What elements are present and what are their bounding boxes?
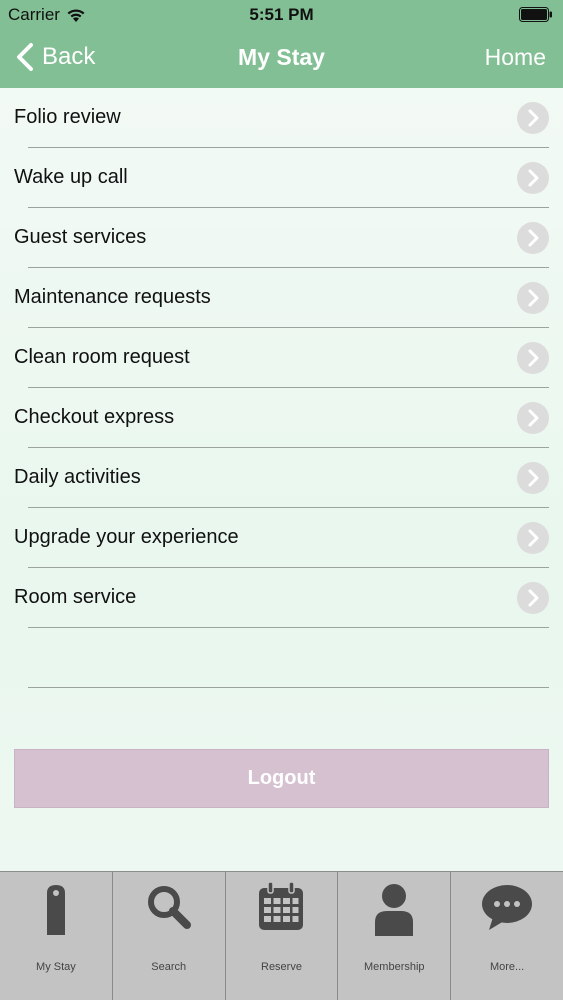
chevron-right-icon	[517, 342, 549, 374]
menu-item-guest-services[interactable]: Guest services	[0, 208, 563, 268]
person-icon	[375, 884, 414, 936]
status-bar: Carrier 5:51 PM	[0, 0, 563, 30]
tab-label: Reserve	[261, 961, 302, 973]
chevron-right-icon	[517, 282, 549, 314]
menu-item-label: Daily activities	[14, 466, 141, 488]
tag-icon	[46, 885, 65, 935]
home-button[interactable]: Home	[485, 44, 546, 71]
tab-label: Search	[151, 961, 187, 973]
back-button-label: Back	[42, 43, 96, 70]
chevron-right-icon	[517, 162, 549, 194]
menu-item-label: Wake up call	[14, 166, 128, 188]
tab-label: More...	[489, 961, 525, 973]
menu-item-label: Checkout express	[14, 406, 175, 428]
back-button[interactable]: Back	[14, 42, 95, 72]
tab-label: My Stay	[36, 961, 76, 973]
chevron-right-icon	[517, 402, 549, 434]
menu-item-label: Guest services	[14, 226, 147, 248]
menu-item-maintenance-requests[interactable]: Maintenance requests	[0, 268, 563, 328]
menu-item-label: Room service	[14, 586, 137, 608]
menu-item-upgrade-your-experience[interactable]: Upgrade your experience	[0, 508, 563, 568]
menu-item-room-service[interactable]: Room service	[0, 568, 563, 628]
status-time: 5:51 PM	[249, 5, 314, 24]
my-stay-menu: Folio review Wake up call Guest services…	[0, 88, 563, 688]
menu-item-wake-up-call[interactable]: Wake up call	[0, 148, 563, 208]
chevron-right-icon	[517, 102, 549, 134]
chat-bubble-icon	[482, 885, 533, 930]
chevron-right-icon	[517, 462, 549, 494]
tab-more[interactable]: More...	[451, 872, 563, 1000]
menu-item-checkout-express[interactable]: Checkout express	[0, 388, 563, 448]
chevron-right-icon	[517, 582, 549, 614]
app-header: Carrier 5:51 PM Back My Stay Home	[0, 0, 563, 88]
tab-bar: My Stay Search Reserve Membership More..…	[0, 871, 563, 1000]
menu-item-label: Clean room request	[14, 346, 190, 368]
chevron-right-icon	[517, 222, 549, 254]
menu-item-label: Maintenance requests	[14, 286, 211, 308]
navigation-bar: Back My Stay Home	[0, 30, 563, 88]
tab-membership[interactable]: Membership	[338, 872, 452, 1000]
row-divider	[28, 687, 549, 688]
menu-item-label: Folio review	[14, 106, 121, 128]
battery-icon	[519, 7, 552, 22]
menu-item-folio-review[interactable]: Folio review	[0, 88, 563, 148]
search-icon	[147, 886, 191, 929]
calendar-icon	[259, 881, 304, 930]
menu-item-label: Upgrade your experience	[14, 526, 239, 548]
empty-row	[0, 628, 563, 688]
logout-button[interactable]: Logout	[14, 749, 549, 808]
menu-item-clean-room-request[interactable]: Clean room request	[0, 328, 563, 388]
tab-label: Membership	[364, 961, 425, 973]
chevron-right-icon	[517, 522, 549, 554]
tab-search[interactable]: Search	[113, 872, 226, 1000]
tab-reserve[interactable]: Reserve	[226, 872, 339, 1000]
menu-item-daily-activities[interactable]: Daily activities	[0, 448, 563, 508]
tab-my-stay[interactable]: My Stay	[0, 872, 113, 1000]
chevron-left-icon	[17, 43, 33, 71]
